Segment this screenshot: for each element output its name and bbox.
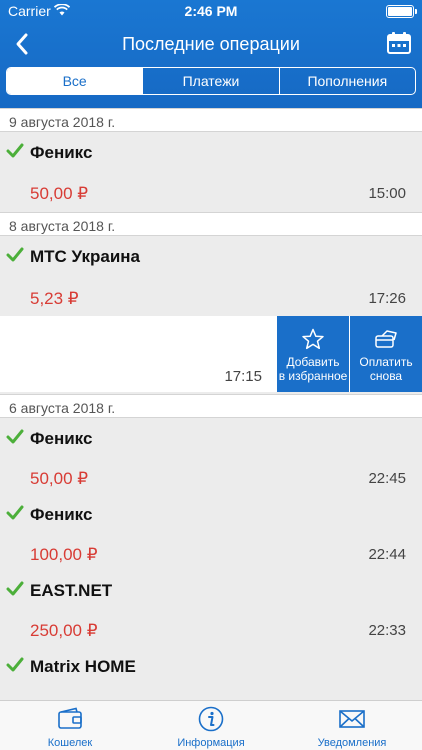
navigation-bar: Последние операции (0, 22, 422, 66)
transaction-name: Феникс (30, 505, 93, 524)
segment-all[interactable]: Все (7, 68, 143, 94)
tab-wallet[interactable]: Кошелек (0, 701, 140, 750)
transaction-row[interactable]: Феникс 50,00 ₽ 15:00 (0, 132, 422, 208)
transaction-row[interactable]: Феникс 100,00 ₽ 22:44 (0, 494, 422, 570)
check-icon (6, 657, 24, 672)
transaction-amount: 50,00 ₽ (30, 469, 89, 488)
repay-label-line2: снова (369, 369, 403, 383)
transaction-amount: 250,00 ₽ (30, 621, 98, 640)
transaction-time: 22:33 (368, 622, 406, 639)
segment-payments[interactable]: Платежи (142, 68, 278, 94)
star-icon (302, 328, 324, 350)
date-header: 8 августа 2018 г. (0, 212, 422, 236)
status-time: 2:46 PM (184, 3, 238, 19)
transaction-row[interactable]: EAST.NET 250,00 ₽ 22:33 (0, 570, 422, 646)
transaction-row[interactable]: МТС Украина 5,23 ₽ 17:26 (0, 236, 422, 316)
transaction-name: Matrix HOME (30, 657, 136, 676)
transaction-time: 17:15 (224, 368, 262, 385)
tab-bar: Кошелек Информация Уведомления (0, 700, 422, 750)
pay-again-button[interactable]: Оплатить снова (350, 316, 422, 392)
favorite-label-line2: в избранное (278, 369, 348, 383)
transaction-time: 15:00 (368, 185, 406, 202)
favorite-label-line1: Добавить (286, 355, 340, 369)
transaction-time: 17:26 (368, 290, 406, 307)
date-header: 9 августа 2018 г. (0, 108, 422, 132)
transaction-name: Феникс (30, 143, 93, 162)
info-icon (198, 706, 224, 732)
tab-wallet-label: Кошелек (47, 737, 93, 749)
check-icon (6, 247, 24, 262)
transaction-name: EAST.NET (30, 581, 113, 600)
transaction-amount: 5,23 ₽ (30, 289, 79, 308)
transaction-time: 22:45 (368, 470, 406, 487)
header: Carrier 2:46 PM Последние операции Все П… (0, 0, 422, 108)
calendar-icon (387, 32, 411, 54)
status-bar: Carrier 2:46 PM (0, 0, 422, 22)
tab-notifications-label: Уведомления (317, 737, 387, 749)
wallet-icon (58, 707, 82, 729)
repay-label-line1: Оплатить (359, 355, 413, 369)
transaction-name: Феникс (30, 429, 93, 448)
segment-topups[interactable]: Пополнения (278, 68, 415, 94)
calendar-button[interactable] (384, 28, 414, 58)
battery-icon (386, 5, 417, 18)
transaction-row[interactable]: Феникс 50,00 ₽ 22:45 (0, 418, 422, 494)
check-icon (6, 505, 24, 520)
transaction-amount: 50,00 ₽ (30, 184, 89, 203)
transaction-name: МТС Украина (30, 247, 140, 266)
transaction-row[interactable]: Matrix HOME (0, 646, 422, 700)
transactions-list: 9 августа 2018 г. Феникс 50,00 ₽ 15:00 8… (0, 108, 422, 700)
transaction-time: 22:44 (368, 546, 406, 563)
transaction-amount: 100,00 ₽ (30, 545, 98, 564)
date-header: 6 августа 2018 г. (0, 394, 422, 418)
tab-notifications[interactable]: Уведомления (282, 701, 422, 750)
page-title: Последние операции (122, 34, 300, 54)
tab-info[interactable]: Информация (141, 701, 281, 750)
payment-card-icon (375, 330, 397, 348)
tab-info-label: Информация (177, 737, 245, 749)
swiped-transaction-row[interactable]: 17:15 Добавить в избранное Оплатить снов… (0, 316, 422, 392)
add-to-favorites-button[interactable]: Добавить в избранное (277, 316, 349, 392)
filter-segmented-control: Все Платежи Пополнения (6, 67, 416, 95)
envelope-icon (339, 710, 365, 728)
check-icon (6, 143, 24, 158)
check-icon (6, 429, 24, 444)
check-icon (6, 581, 24, 596)
